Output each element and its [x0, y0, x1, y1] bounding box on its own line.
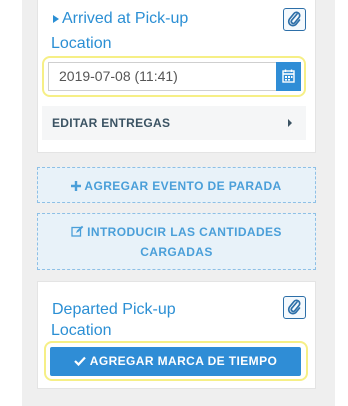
calendar-icon [282, 69, 295, 83]
app-view: Arrived at Pick-up Location 2019-07-08 (… [0, 0, 348, 406]
add-timestamp-label: AGREGAR MARCA DE TIEMPO [89, 354, 278, 368]
arrived-title-line2: Location [51, 35, 112, 52]
paperclip-icon [287, 11, 301, 27]
date-input[interactable]: 2019-07-08 (11:41) [48, 62, 278, 91]
check-icon [74, 356, 86, 367]
enter-quantities-line1: INTRODUCIR LAS CANTIDADES [87, 225, 282, 239]
edit-deliveries-label: EDITAR ENTREGAS [52, 116, 171, 130]
pencil-square-icon [71, 225, 84, 237]
add-stop-event-label: AGREGAR EVENTO DE PARADA [84, 179, 282, 193]
enter-quantities-button[interactable]: INTRODUCIR LAS CANTIDADES CARGADAS [37, 213, 316, 270]
arrived-title-line1: Arrived at Pick-up [62, 10, 189, 27]
timestamp-button-highlight: AGREGAR MARCA DE TIEMPO [44, 341, 308, 381]
enter-quantities-line2: CARGADAS [140, 245, 213, 259]
calendar-button[interactable] [276, 62, 301, 91]
date-field-highlight: 2019-07-08 (11:41) [42, 56, 306, 97]
paperclip-icon [287, 299, 301, 315]
add-stop-event-button[interactable]: AGREGAR EVENTO DE PARADA [37, 167, 316, 203]
plus-icon [71, 181, 82, 191]
edit-deliveries-button[interactable]: EDITAR ENTREGAS [42, 106, 306, 140]
attach-button[interactable] [283, 8, 306, 31]
attach-button[interactable] [283, 296, 306, 319]
caret-right-icon [53, 15, 59, 23]
add-timestamp-button[interactable]: AGREGAR MARCA DE TIEMPO [50, 347, 301, 376]
caret-right-icon [288, 119, 292, 127]
departed-title-line2: Location [51, 322, 112, 339]
departed-title-line1: Departed Pick-up [52, 301, 176, 318]
